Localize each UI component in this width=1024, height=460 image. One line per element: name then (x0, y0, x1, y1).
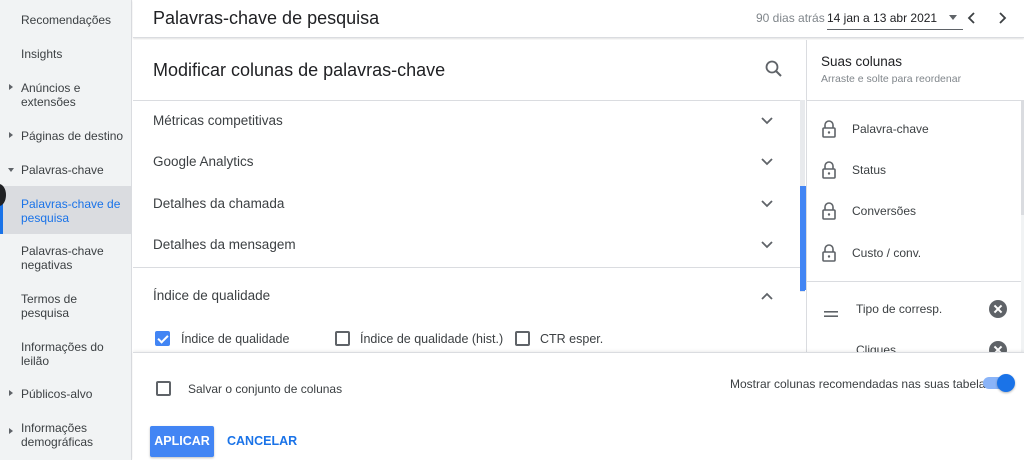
divider (807, 281, 1021, 282)
section-label: Métricas competitivas (153, 113, 283, 128)
sidebar-item-label: Informações do leilão (21, 340, 104, 368)
lock-icon (821, 120, 837, 138)
checkbox-label: Índice de qualidade (hist.) (360, 332, 504, 346)
quality-score-hist-checkbox[interactable] (335, 331, 350, 346)
locked-column-item: Palavra-chave (807, 109, 1021, 149)
chevron-right-icon (9, 132, 13, 138)
your-columns-panel: Suas colunas Arraste e solte para reorde… (806, 40, 1024, 352)
column-label: Conversões (852, 204, 917, 218)
show-recommended-label: Mostrar colunas recomendadas nas suas ta… (730, 377, 992, 391)
apply-button[interactable]: APLICAR (150, 426, 214, 457)
lock-icon (821, 244, 837, 262)
show-recommended-toggle[interactable] (983, 374, 1015, 392)
checkbox-label: CTR esper. (540, 332, 604, 346)
section-call-details[interactable]: Detalhes da chamada (133, 184, 793, 224)
chevron-down-icon (759, 196, 775, 212)
sidebar-item-search-keywords[interactable]: Palavras-chave de pesquisa (0, 186, 132, 234)
section-competitive-metrics[interactable]: Métricas competitivas (133, 101, 793, 141)
section-label: Índice de qualidade (153, 288, 271, 303)
sidebar-item-search-terms[interactable]: Termos de pesquisa (0, 292, 100, 320)
sidebar-item-audiences[interactable]: Públicos-alvo (0, 387, 132, 401)
lock-icon (821, 202, 837, 220)
sidebar-item-label: Anúncios e extensões (21, 81, 81, 109)
sidebar-item-label: Públicos-alvo (21, 387, 93, 401)
chevron-right-icon (9, 428, 13, 434)
locked-column-item: Custo / conv. (807, 233, 1021, 273)
section-label: Google Analytics (153, 154, 254, 169)
section-label: Detalhes da chamada (153, 196, 285, 211)
search-icon[interactable] (763, 58, 785, 80)
section-label: Detalhes da mensagem (153, 237, 296, 252)
sidebar-item-label: Palavras-chave (21, 163, 104, 177)
page-header: Palavras-chave de pesquisa 90 dias atrás… (133, 0, 1024, 38)
dropdown-caret-icon (949, 15, 957, 20)
save-column-set-checkbox[interactable] (156, 381, 171, 396)
sidebar-item-ads-extensions[interactable]: Anúncios e extensões (0, 81, 110, 109)
lock-icon (821, 161, 837, 179)
save-column-set-label: Salvar o conjunto de colunas (188, 382, 343, 396)
divider (807, 100, 1024, 101)
sidebar-item-keywords[interactable]: Palavras-chave (0, 163, 132, 177)
chevron-up-icon (759, 288, 775, 304)
remove-column-icon[interactable] (989, 341, 1007, 352)
sidebar-item-auction-insights[interactable]: Informações do leilão (0, 340, 115, 368)
locked-column-item: Status (807, 150, 1021, 190)
chevron-down-icon (8, 168, 14, 172)
chevron-right-icon (9, 84, 13, 90)
sidebar-item-landing-pages[interactable]: Páginas de destino (0, 129, 132, 143)
movable-column-item[interactable]: Tipo de corresp. (807, 289, 1021, 329)
sidebar-item-label: Insights (21, 47, 63, 61)
sidebar-item-label: Palavras-chave negativas (21, 244, 104, 272)
date-range-value: 14 jan a 13 abr 2021 (827, 11, 938, 25)
your-columns-title: Suas colunas (821, 54, 903, 69)
cancel-button[interactable]: CANCELAR (227, 434, 297, 448)
chevron-right-icon[interactable] (993, 9, 1011, 27)
your-columns-subtitle: Arraste e solte para reordenar (821, 73, 962, 85)
section-quality-score[interactable]: Índice de qualidade (133, 276, 793, 316)
sidebar-item-label: Informações demográficas (21, 421, 94, 449)
page-title: Palavras-chave de pesquisa (153, 8, 380, 28)
chevron-down-icon (759, 113, 775, 129)
panel-scroll-indicator (800, 186, 806, 290)
section-google-analytics[interactable]: Google Analytics (133, 142, 793, 182)
drag-handle-icon[interactable] (824, 305, 838, 317)
chevron-down-icon (759, 154, 775, 170)
column-label: Tipo de corresp. (856, 302, 943, 316)
date-range-preset: 90 dias atrás (756, 11, 825, 25)
toggle-knob (997, 374, 1015, 392)
chevron-left-icon[interactable] (963, 9, 981, 27)
column-label: Palavra-chave (852, 122, 929, 136)
date-range-select[interactable]: 14 jan a 13 abr 2021 (827, 7, 963, 30)
section-message-details[interactable]: Detalhes da mensagem (133, 225, 793, 265)
chevron-down-icon (759, 237, 775, 253)
column-label: Status (852, 163, 887, 177)
column-label: Cliques (856, 343, 897, 352)
chevron-right-icon (9, 390, 13, 396)
sidebar-item-insights[interactable]: Insights (0, 47, 132, 61)
sidebar-item-label: Termos de pesquisa (21, 292, 78, 320)
checkbox-label: Índice de qualidade (181, 332, 290, 346)
locked-column-item: Conversões (807, 191, 1021, 231)
divider (133, 267, 800, 268)
expected-ctr-checkbox[interactable] (515, 331, 530, 346)
sidebar-item-demographics[interactable]: Informações demográficas (0, 421, 110, 449)
dialog-footer: Salvar o conjunto de colunas Mostrar col… (133, 352, 1024, 460)
sidebar-item-label: Palavras-chave de pesquisa (21, 197, 121, 225)
sidebar-item-label: Páginas de destino (21, 129, 124, 143)
panel-title: Modificar colunas de palavras-chave (153, 60, 446, 80)
movable-column-item[interactable]: Cliques (807, 330, 1021, 352)
sidebar-item-negative-keywords[interactable]: Palavras-chave negativas (0, 244, 110, 272)
quality-score-checkbox[interactable] (155, 331, 170, 346)
column-label: Custo / conv. (852, 246, 922, 260)
remove-column-icon[interactable] (989, 300, 1007, 318)
sidebar-item-label: Recomendações (21, 13, 112, 27)
sidebar-item-recommendations[interactable]: Recomendações (0, 13, 132, 27)
sidebar: Recomendações Insights Anúncios e extens… (0, 0, 132, 460)
